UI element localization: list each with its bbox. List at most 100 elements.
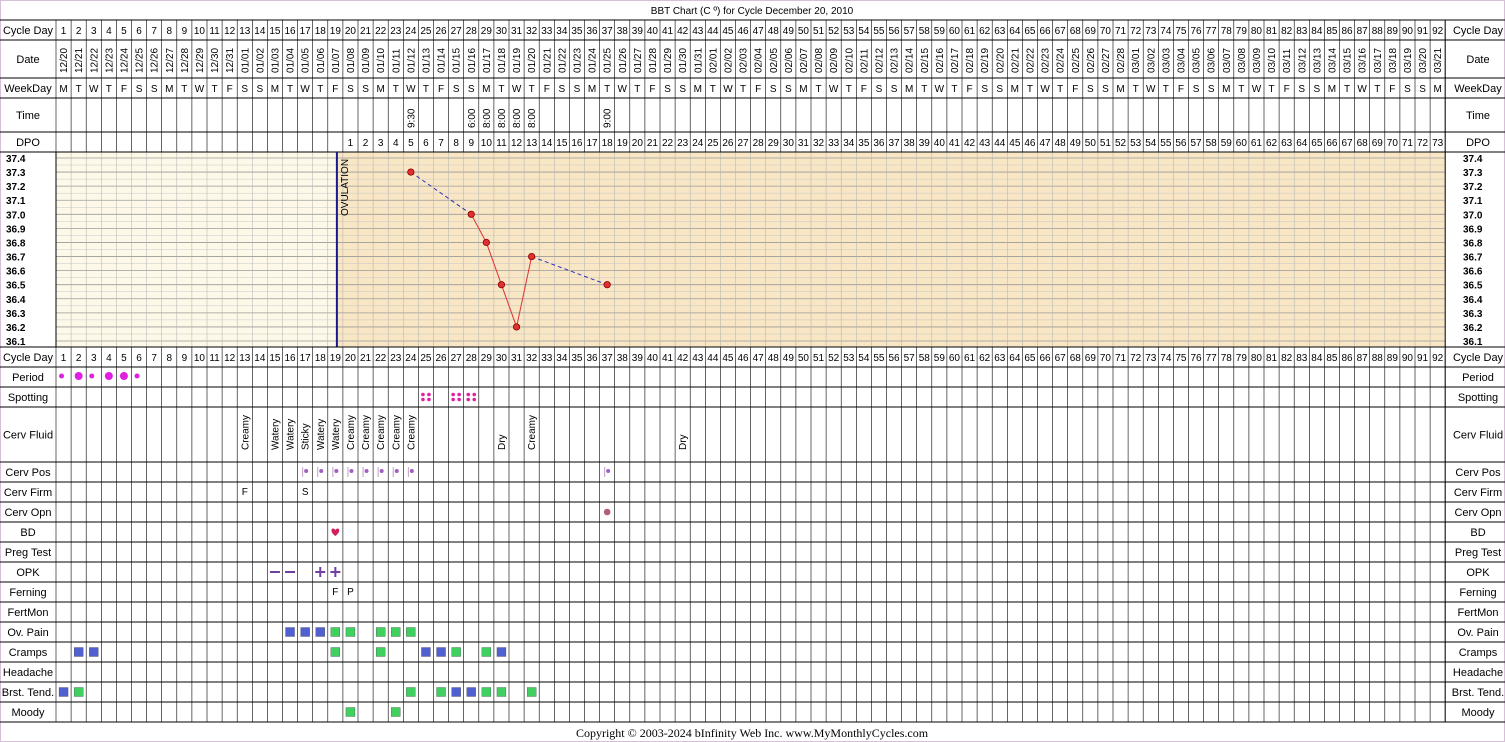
y-tick-right: 36.7: [1463, 253, 1483, 264]
date-label: 01/24: [588, 48, 599, 73]
spotting-dot: [427, 397, 431, 402]
weekday-label: T: [1057, 84, 1063, 95]
weekday-label: S: [347, 84, 354, 95]
row-label-right: Ov. Pain: [1457, 627, 1498, 639]
cycle-day-number: 60: [949, 353, 961, 364]
weekday-label: M: [1222, 84, 1230, 95]
cycle-day-number: 24: [405, 26, 417, 37]
cycle-day-number: 56: [888, 26, 900, 37]
temp-point: [407, 168, 415, 176]
ferning-label: F: [332, 587, 338, 598]
cervical-fluid-label: Watery: [270, 419, 281, 450]
dpo-number: 24: [692, 138, 704, 149]
dpo-number: 69: [1372, 138, 1384, 149]
dpo-number: 7: [438, 138, 444, 149]
spotting-dot: [451, 392, 455, 397]
row-label-right: OPK: [1466, 567, 1490, 579]
dpo-number: 40: [934, 138, 946, 149]
date-label: 02/17: [950, 48, 961, 73]
cycle-day-number: 66: [1039, 26, 1051, 37]
cycle-day-number: 60: [949, 26, 961, 37]
cervical-fluid-label: Creamy: [527, 415, 538, 450]
date-label: 12/27: [165, 48, 176, 73]
y-tick-left: 36.5: [6, 281, 26, 292]
cycle-day-number: 17: [300, 353, 312, 364]
symptom-square-brst-tend: [406, 687, 416, 697]
row-label-left: Headache: [3, 667, 53, 679]
y-tick-right: 37.0: [1463, 210, 1483, 221]
date-label: 03/04: [1176, 48, 1187, 73]
cycle-day-number: 65: [1024, 26, 1036, 37]
weekday-label: T: [951, 84, 957, 95]
dpo-number: 47: [1039, 138, 1051, 149]
dpo-number: 4: [393, 138, 399, 149]
dpo-number: 63: [1281, 138, 1293, 149]
cycle-day-number: 36: [586, 353, 598, 364]
cycle-day-number: 84: [1311, 353, 1323, 364]
weekday-label: M: [799, 84, 807, 95]
row-label-right: Cycle Day: [1453, 352, 1504, 364]
cycle-day-number: 31: [511, 353, 523, 364]
date-label: 03/14: [1327, 48, 1338, 73]
cycle-day-number: 80: [1251, 26, 1263, 37]
cervical-opening-dot: [603, 508, 611, 516]
cycle-day-number: 87: [1357, 26, 1369, 37]
row-label-right: Cerv Pos: [1455, 467, 1501, 479]
dpo-number: 44: [994, 138, 1006, 149]
weekday-label: M: [1433, 84, 1441, 95]
dpo-number: 66: [1326, 138, 1338, 149]
date-label: 02/19: [980, 48, 991, 73]
cycle-day-number: 8: [166, 353, 172, 364]
cycle-day-number: 25: [420, 26, 432, 37]
row-label-right: Moody: [1461, 707, 1495, 719]
date-label: 02/09: [829, 48, 840, 73]
date-label: 01/19: [512, 48, 523, 73]
date-label: 01/20: [527, 48, 538, 73]
weekday-label: M: [905, 84, 913, 95]
weekday-label: S: [1087, 84, 1094, 95]
date-label: 02/05: [769, 48, 780, 73]
cycle-day-number: 30: [496, 26, 508, 37]
y-tick-right: 37.1: [1463, 196, 1483, 207]
date-label: 02/14: [905, 48, 916, 73]
dpo-number: 29: [768, 138, 780, 149]
cycle-day-number: 51: [813, 353, 825, 364]
weekday-label: F: [1072, 84, 1078, 95]
cycle-day-number: 90: [1402, 353, 1414, 364]
cycle-day-number: 13: [239, 353, 251, 364]
dpo-number: 64: [1296, 138, 1308, 149]
date-label: 03/10: [1267, 48, 1278, 73]
spotting-dot: [427, 392, 431, 397]
cycle-day-number: 5: [121, 353, 127, 364]
cervical-fluid-label: Creamy: [346, 415, 357, 450]
date-label: 02/15: [920, 48, 931, 73]
date-label: 01/02: [255, 48, 266, 73]
weekday-label: T: [1344, 84, 1350, 95]
symptom-square-ov-pain: [300, 627, 310, 637]
date-label: 02/12: [874, 48, 885, 73]
dpo-number: 26: [722, 138, 734, 149]
cycle-day-number: 78: [1221, 353, 1233, 364]
cycle-day-number: 19: [330, 353, 342, 364]
cycle-day-number: 41: [662, 26, 674, 37]
row-label-left: BD: [20, 527, 35, 539]
chart-title: BBT Chart (C º) for Cycle December 20, 2…: [651, 6, 854, 17]
weekday-label: F: [649, 84, 655, 95]
dpo-number: 37: [888, 138, 900, 149]
date-label: 02/01: [708, 48, 719, 73]
cycle-day-number: 22: [375, 26, 387, 37]
spotting-dot: [466, 392, 471, 397]
cycle-day-number: 57: [904, 26, 916, 37]
date-label: 01/09: [361, 48, 372, 73]
y-tick-right: 36.6: [1463, 267, 1483, 278]
weekday-label: F: [438, 84, 444, 95]
dpo-number: 27: [737, 138, 749, 149]
weekday-label: T: [740, 84, 746, 95]
date-label: 12/23: [104, 48, 115, 73]
dpo-number: 18: [602, 138, 614, 149]
cycle-day-number: 81: [1266, 353, 1278, 364]
cycle-day-number: 18: [315, 353, 327, 364]
dpo-number: 50: [1085, 138, 1097, 149]
cycle-day-number: 44: [707, 353, 719, 364]
period-dot: [59, 373, 65, 379]
